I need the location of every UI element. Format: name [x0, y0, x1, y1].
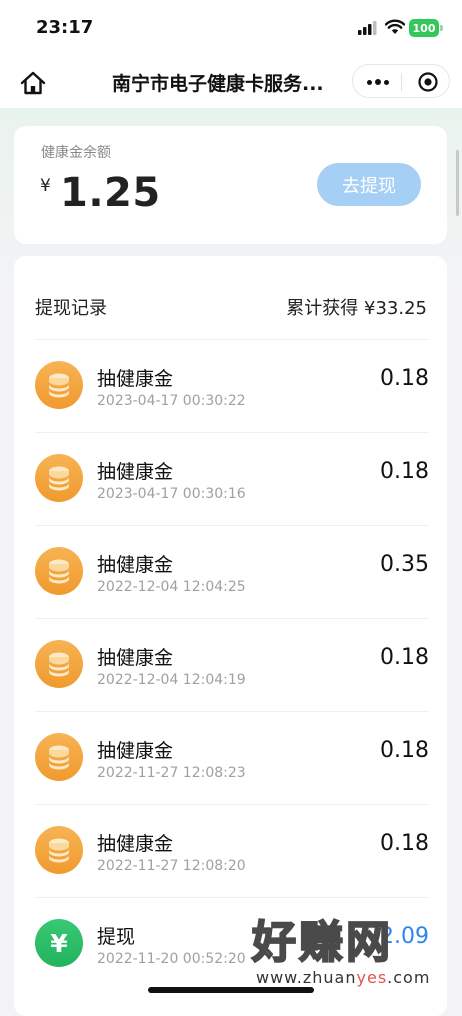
record-row[interactable]: 抽健康金 2023-04-17 00:30:22 0.18: [35, 339, 429, 431]
balance-card: 健康金余额 ¥ 1.25 去提现: [14, 126, 447, 244]
record-row[interactable]: 抽健康金 2022-12-04 12:04:25 0.35: [35, 525, 429, 617]
home-icon[interactable]: [18, 68, 48, 98]
watermark-url: www.zhuanyes.com: [256, 968, 430, 987]
record-title: 抽健康金: [97, 740, 174, 762]
wifi-icon: [385, 19, 405, 34]
balance-amount: 1.25: [60, 170, 161, 216]
yuan-icon: ¥: [35, 919, 83, 967]
watermark-url-b: yes: [356, 968, 388, 987]
record-amount: 0.18: [380, 831, 429, 856]
coin-stack-icon: [35, 826, 83, 874]
close-target-icon[interactable]: [417, 71, 439, 93]
balance-label: 健康金余额: [41, 145, 111, 161]
record-row[interactable]: 抽健康金 2022-12-04 12:04:19 0.18: [35, 618, 429, 710]
home-indicator: [148, 987, 314, 993]
record-title: 抽健康金: [97, 368, 174, 390]
page-title: 南宁市电子健康卡服务...: [112, 73, 324, 95]
currency-symbol: ¥: [40, 176, 51, 196]
battery-indicator: 100: [409, 19, 439, 37]
record-amount: 0.18: [380, 366, 429, 391]
withdraw-button[interactable]: 去提现: [317, 163, 421, 206]
mini-program-capsule: [352, 64, 450, 98]
record-time: 2022-12-04 12:04:19: [97, 672, 246, 688]
record-title: 抽健康金: [97, 461, 174, 483]
record-time: 2022-11-20 00:52:20: [97, 951, 246, 967]
coin-stack-icon: [35, 733, 83, 781]
record-amount: 0.18: [380, 738, 429, 763]
record-title: 抽健康金: [97, 554, 174, 576]
watermark-logo: 好赚网: [251, 917, 393, 969]
record-time: 2022-11-27 12:08:20: [97, 858, 246, 874]
record-row[interactable]: 抽健康金 2022-11-27 12:08:23 0.18: [35, 711, 429, 803]
records-card: 提现记录 累计获得 ¥33.25 抽健康金 2023-04-17 00:30:2…: [14, 256, 447, 1016]
record-row[interactable]: 抽健康金 2023-04-17 00:30:16 0.18: [35, 432, 429, 524]
coin-stack-icon: [35, 547, 83, 595]
record-time: 2023-04-17 00:30:22: [97, 393, 246, 409]
capsule-divider: [401, 73, 402, 91]
record-amount: 0.18: [380, 645, 429, 670]
record-time: 2023-04-17 00:30:16: [97, 486, 246, 502]
watermark-url-c: .com: [387, 968, 431, 987]
watermark-url-a: www.zhuan: [256, 968, 357, 987]
coin-stack-icon: [35, 361, 83, 409]
signal-icon: [358, 21, 377, 35]
status-time: 23:17: [36, 17, 94, 38]
record-time: 2022-11-27 12:08:23: [97, 765, 246, 781]
record-time: 2022-12-04 12:04:25: [97, 579, 246, 595]
record-title: 提现: [97, 926, 136, 948]
watermark: 好赚网 www.zhuanyes.com: [251, 917, 448, 990]
coin-stack-icon: [35, 640, 83, 688]
coin-stack-icon: [35, 454, 83, 502]
more-icon[interactable]: [363, 69, 393, 95]
record-amount: 0.35: [380, 552, 429, 577]
nav-bar: 南宁市电子健康卡服务...: [0, 56, 462, 108]
record-row[interactable]: 抽健康金 2022-11-27 12:08:20 0.18: [35, 804, 429, 896]
battery-nub: [440, 25, 443, 31]
battery-level: 100: [412, 21, 436, 35]
record-amount: 0.18: [380, 459, 429, 484]
total-earned: 累计获得 ¥33.25: [286, 298, 427, 319]
record-title: 抽健康金: [97, 647, 174, 669]
records-title: 提现记录: [35, 298, 107, 319]
record-title: 抽健康金: [97, 833, 174, 855]
scrollbar[interactable]: [456, 150, 459, 216]
status-bar: 23:17 100: [0, 0, 462, 56]
